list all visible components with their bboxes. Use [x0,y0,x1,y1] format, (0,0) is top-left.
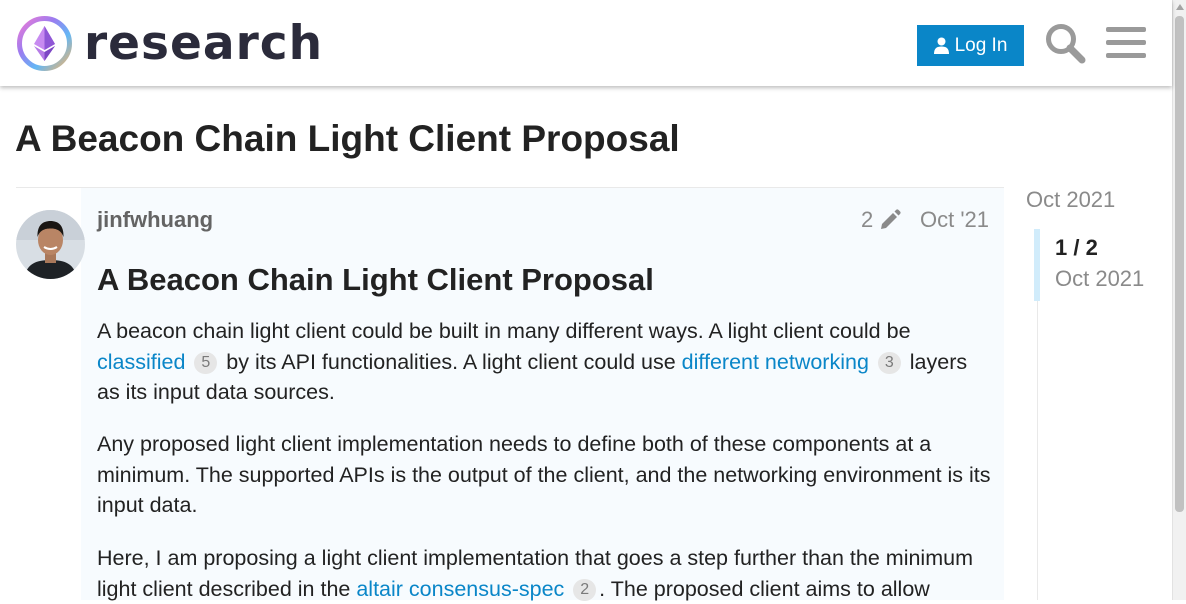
site-header: research Log In [0,0,1172,86]
timeline-handle[interactable] [1034,229,1040,301]
link-click-count-badge: 5 [194,351,218,374]
edit-history[interactable]: 2 [861,207,901,233]
post-date[interactable]: Oct '21 [920,207,989,233]
post-paragraph-1: A beacon chain light client could be bui… [97,316,992,408]
post-username[interactable]: jinfwhuang [97,207,213,233]
timeline-current-date: Oct 2021 [1055,266,1145,291]
page-scrollbar[interactable] [1172,0,1186,600]
post-paragraph-3: Here, I am proposing a light client impl… [97,543,992,604]
paragraph-text: A beacon chain light client could be bui… [97,319,911,343]
site-name: research [84,16,324,71]
post-paragraph-2: Any proposed light client implementation… [97,432,991,517]
topic-title[interactable]: A Beacon Chain Light Client Proposal [15,118,680,160]
edit-count: 2 [861,207,874,232]
link-click-count-badge: 3 [877,351,901,374]
paragraph-text: . The proposed client aims to allow [599,576,930,601]
search-icon[interactable] [1044,22,1086,64]
pencil-icon [881,209,901,229]
user-icon [933,37,949,54]
timeline-start-date[interactable]: Oct 2021 [1026,187,1115,213]
login-button[interactable]: Log In [917,25,1024,66]
site-logo-link[interactable]: research [16,15,323,72]
ethereum-research-logo-icon [17,16,72,71]
login-label: Log In [954,34,1008,56]
scroll-thumb[interactable] [1175,16,1184,512]
link-classified[interactable]: classified [97,350,185,374]
post-heading: A Beacon Chain Light Client Proposal [97,262,654,297]
scroll-up-arrow-icon[interactable] [1176,4,1184,10]
user-avatar[interactable] [16,210,85,279]
link-altair-consensus-spec[interactable]: altair consensus-spec [356,577,564,601]
link-click-count-badge: 2 [573,578,597,601]
hamburger-menu-icon[interactable] [1106,24,1146,62]
timeline-position: 1 / 2 [1055,235,1098,260]
link-different-networking[interactable]: different networking [682,350,869,374]
paragraph-text: by its API functionalities. A light clie… [220,349,682,374]
